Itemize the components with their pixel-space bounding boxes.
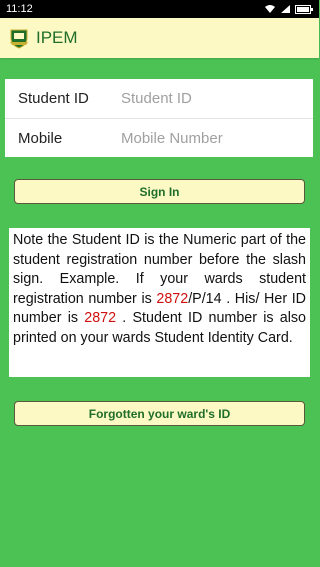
student-id-note: Note the Student ID is the Numeric part … (9, 228, 310, 377)
app-title: IPEM (36, 28, 78, 47)
signal-icon (281, 5, 290, 13)
student-id-input[interactable] (121, 90, 301, 107)
crest-logo-icon (10, 29, 28, 49)
app-bar: IPEM (0, 18, 319, 58)
note-id-number: 2872 (84, 310, 117, 327)
sign-in-button[interactable]: Sign In (14, 179, 305, 204)
login-form: Student ID Mobile (5, 79, 313, 157)
student-id-label: Student ID (18, 90, 89, 107)
mobile-input[interactable] (121, 129, 301, 147)
status-icons (264, 4, 313, 14)
status-time: 11:12 (6, 3, 33, 15)
battery-icon (295, 4, 313, 14)
mobile-label: Mobile (18, 129, 63, 147)
student-id-row: Student ID (5, 79, 313, 118)
wifi-icon (265, 5, 275, 13)
forgot-id-button[interactable]: Forgotten your ward's ID (14, 401, 305, 426)
note-reg-number: 2872 (156, 290, 189, 307)
status-bar: 11:12 (0, 0, 319, 18)
mobile-row: Mobile (5, 118, 313, 157)
